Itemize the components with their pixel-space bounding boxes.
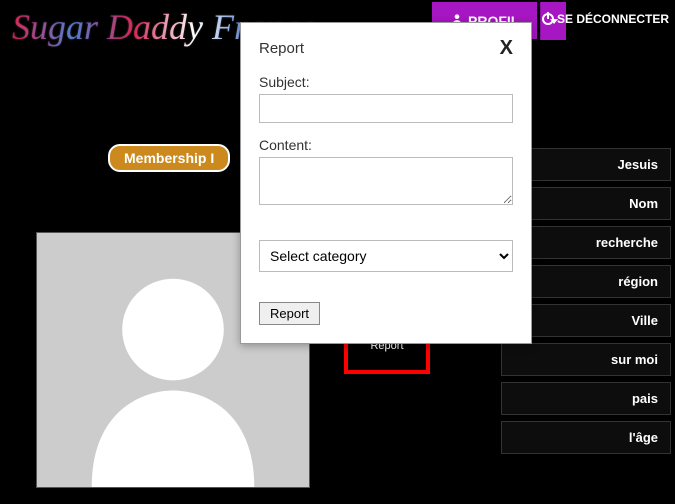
- sidebar-item-age[interactable]: l'âge: [501, 421, 671, 454]
- sidebar-item-label: pais: [632, 391, 658, 406]
- close-button[interactable]: X: [500, 37, 513, 60]
- sidebar-item-label: recherche: [596, 235, 658, 250]
- modal-header: Report X: [259, 37, 513, 60]
- report-submit-button[interactable]: Report: [259, 302, 320, 325]
- subject-label: Subject:: [259, 74, 513, 90]
- modal-title: Report: [259, 40, 304, 57]
- sidebar-item-label: l'âge: [629, 430, 658, 445]
- sidebar-item-label: Nom: [629, 196, 658, 211]
- sidebar-item-label: région: [618, 274, 658, 289]
- content-textarea[interactable]: [259, 157, 513, 205]
- content-label: Content:: [259, 137, 513, 153]
- sidebar-item-pais[interactable]: pais: [501, 382, 671, 415]
- category-select[interactable]: Select category: [259, 240, 513, 272]
- logout-label: SE DÉCONNECTER: [557, 12, 669, 26]
- subject-input[interactable]: [259, 94, 513, 123]
- membership-badge: Membership I: [108, 144, 230, 172]
- report-modal: Report X Subject: Content: Select catego…: [240, 22, 532, 344]
- power-icon: [542, 13, 554, 25]
- sidebar-item-label: Jesuis: [618, 157, 658, 172]
- sidebar-item-label: Ville: [631, 313, 658, 328]
- logout-button[interactable]: SE DÉCONNECTER: [542, 12, 669, 26]
- sidebar-item-surmoi[interactable]: sur moi: [501, 343, 671, 376]
- sidebar-item-label: sur moi: [611, 352, 658, 367]
